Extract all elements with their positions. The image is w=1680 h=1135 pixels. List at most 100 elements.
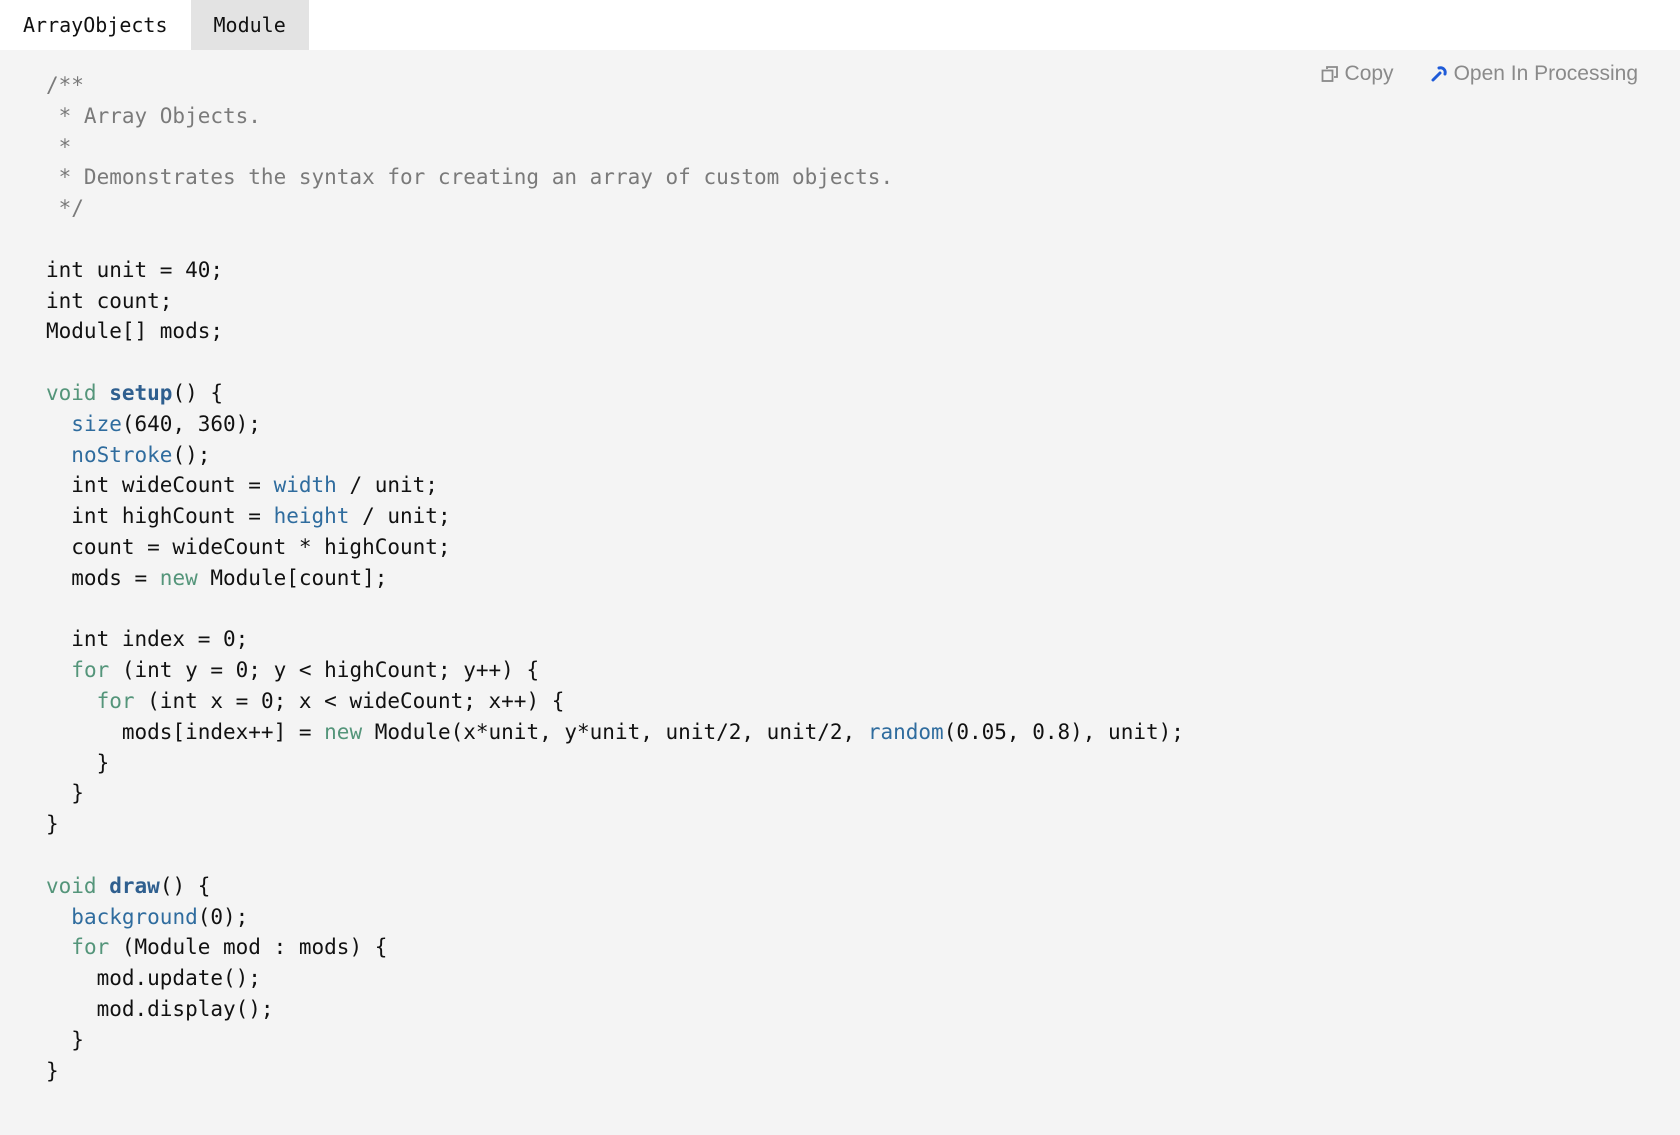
code-toolbar: Copy Open In Processing <box>1321 62 1638 86</box>
code-line: int count; <box>46 286 1184 317</box>
code-token: () { <box>172 380 224 405</box>
code-line: void setup() { <box>46 378 1184 409</box>
code-token: for <box>71 658 110 683</box>
code-token: () { <box>159 873 211 898</box>
code-line: int index = 0; <box>46 624 1184 655</box>
code-line: } <box>46 778 1184 809</box>
code-viewer: ArrayObjects Module Copy Open In Process… <box>0 0 1680 1135</box>
code-line: Module[] mods; <box>46 316 1184 347</box>
code-line: /** <box>46 70 1184 101</box>
code-token: } <box>46 1058 59 1083</box>
code-line: } <box>46 748 1184 779</box>
code-token: setup <box>109 380 173 405</box>
code-line: */ <box>46 193 1184 224</box>
tab-label: ArrayObjects <box>23 13 168 37</box>
tab-module[interactable]: Module <box>190 0 309 50</box>
code-token: mods = <box>46 565 160 590</box>
code-token: / unit; <box>349 504 451 529</box>
code-panel: Copy Open In Processing /** * Array Obje… <box>0 50 1680 1135</box>
code-line: mods[index++] = new Module(x*unit, y*uni… <box>46 717 1184 748</box>
code-token: (Module mod : mods) { <box>109 935 388 960</box>
file-tabs: ArrayObjects Module <box>0 0 309 50</box>
code-token: count = wideCount * highCount; <box>46 534 451 559</box>
code-token: (int y = 0; y < highCount; y++) { <box>109 658 540 683</box>
code-line: for (Module mod : mods) { <box>46 932 1184 963</box>
code-token: } <box>46 781 84 806</box>
code-line: } <box>46 809 1184 840</box>
code-token: * Demonstrates the syntax for creating a… <box>46 165 894 190</box>
code-token: } <box>46 1027 84 1052</box>
code-token: random <box>867 719 944 744</box>
code-token: noStroke <box>71 442 173 467</box>
code-token: void <box>46 380 97 405</box>
code-token: Module[] mods; <box>46 319 224 344</box>
code-line: * <box>46 132 1184 163</box>
code-token: * Array Objects. <box>46 103 261 128</box>
code-line: int highCount = height / unit; <box>46 501 1184 532</box>
code-line: noStroke(); <box>46 440 1184 471</box>
code-token: void <box>46 873 97 898</box>
code-token: } <box>46 812 59 837</box>
code-line: for (int x = 0; x < wideCount; x++) { <box>46 686 1184 717</box>
code-token: background <box>71 904 198 929</box>
code-token: (int x = 0; x < wideCount; x++) { <box>134 688 565 713</box>
processing-icon <box>1430 65 1448 83</box>
code-token: /** <box>46 73 84 97</box>
code-line: void draw() { <box>46 871 1184 902</box>
code-token: (640, 360); <box>121 411 261 436</box>
code-token: int highCount = <box>46 504 274 529</box>
copy-icon <box>1321 65 1339 83</box>
code-token: size <box>71 411 122 436</box>
open-in-processing-button[interactable]: Open In Processing <box>1430 62 1638 86</box>
code-token: */ <box>46 196 84 221</box>
code-line: background(0); <box>46 902 1184 933</box>
code-line: for (int y = 0; y < highCount; y++) { <box>46 655 1184 686</box>
code-token: Module(x*unit, y*unit, unit/2, unit/2, <box>362 719 868 744</box>
code-line: } <box>46 1025 1184 1056</box>
code-token: for <box>71 935 110 960</box>
code-token: height <box>273 504 350 529</box>
code-token: int wideCount = <box>46 473 274 498</box>
code-token: width <box>273 473 337 498</box>
tab-arrayobjects[interactable]: ArrayObjects <box>0 0 191 50</box>
code-token: (0); <box>197 904 249 929</box>
code-line: int wideCount = width / unit; <box>46 470 1184 501</box>
code-line: } <box>46 1056 1184 1087</box>
code-line: * Array Objects. <box>46 101 1184 132</box>
code-block: /** * Array Objects. * * Demonstrates th… <box>46 70 1184 1086</box>
copy-button[interactable]: Copy <box>1321 62 1394 86</box>
code-token: / unit; <box>336 473 438 498</box>
code-token: } <box>46 750 110 775</box>
code-token: new <box>324 719 363 744</box>
tab-label: Module <box>213 13 286 37</box>
code-token: int count; <box>46 288 173 313</box>
code-line: mod.update(); <box>46 963 1184 994</box>
code-line: size(640, 360); <box>46 409 1184 440</box>
code-token: draw <box>109 873 160 898</box>
code-token: Module[count]; <box>197 565 388 590</box>
code-line: * Demonstrates the syntax for creating a… <box>46 162 1184 193</box>
code-line: int unit = 40; <box>46 255 1184 286</box>
code-token: * <box>46 134 72 159</box>
code-token: (); <box>172 442 211 467</box>
code-token: (0.05, 0.8), unit); <box>943 719 1184 744</box>
code-token: int index = 0; <box>46 627 249 652</box>
code-line: mod.display(); <box>46 994 1184 1025</box>
copy-label: Copy <box>1344 62 1394 85</box>
code-token: mod.update(); <box>46 966 261 991</box>
code-token: new <box>159 565 198 590</box>
code-token: mods[index++] = <box>46 719 325 744</box>
open-label: Open In Processing <box>1453 62 1638 85</box>
